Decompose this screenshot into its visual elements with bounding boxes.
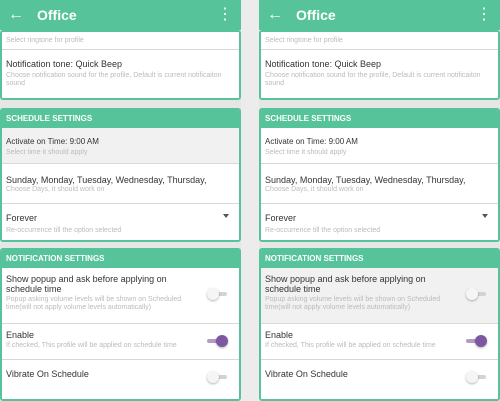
schedule-settings-card: SCHEDULE SETTINGS Activate on Time: 9:00… (259, 108, 500, 242)
screen-right: ← Office ⋮ Select ringtone for profile N… (259, 0, 500, 401)
activate-time-hint: Select time it should apply (6, 149, 88, 156)
recurrence-dropdown[interactable]: Forever Re-occurrence till the option se… (2, 204, 239, 240)
page-title: Office (296, 7, 336, 23)
app-bar: ← Office ⋮ (259, 0, 500, 30)
arrow-back-icon[interactable]: ← (8, 5, 24, 25)
notification-tone-hint: Choose notification sound for the profil… (265, 72, 481, 87)
notification-settings-header: NOTIFICATION SETTINGS (2, 250, 239, 268)
ringtone-row[interactable]: Select ringtone for profile (261, 32, 498, 50)
ringtone-row[interactable]: Select ringtone for profile (2, 32, 239, 50)
notification-tone-row[interactable]: Notification tone: Quick Beep Choose not… (261, 50, 498, 98)
recurrence-hint: Re-occurrence till the option selected (265, 227, 381, 234)
enable-row[interactable]: Enable If checked, This profile will be … (261, 324, 498, 360)
days-title: Sunday, Monday, Tuesday, Wednesday, Thur… (6, 175, 207, 185)
activate-time-row[interactable]: Activate on Time: 9:00 AM Select time it… (2, 128, 239, 164)
popup-row[interactable]: Show popup and ask before applying on sc… (2, 268, 239, 324)
screen-left: ← Office ⋮ Select ringtone for profile N… (0, 0, 241, 401)
sound-settings-card: Select ringtone for profile Notification… (0, 30, 241, 100)
schedule-settings-card: SCHEDULE SETTINGS Activate on Time: 9:00… (0, 108, 241, 242)
ringtone-hint: Select ringtone for profile (265, 37, 343, 44)
recurrence-hint: Re-occurrence till the option selected (6, 227, 122, 234)
popup-title: Show popup and ask before applying on sc… (6, 274, 167, 294)
notification-tone-title: Notification tone: Quick Beep (265, 59, 382, 69)
enable-row[interactable]: Enable If checked, This profile will be … (2, 324, 239, 360)
popup-hint: Popup asking volume levels will be shown… (265, 296, 441, 311)
activate-time-row[interactable]: Activate on Time: 9:00 AM Select time it… (261, 128, 498, 164)
vibrate-toggle[interactable] (466, 371, 486, 383)
recurrence-dropdown[interactable]: Forever Re-occurrence till the option se… (261, 204, 498, 240)
vibrate-toggle[interactable] (207, 371, 227, 383)
popup-toggle[interactable] (466, 288, 486, 300)
vibrate-row[interactable]: Vibrate On Schedule (2, 360, 239, 399)
recurrence-value: Forever (6, 213, 38, 223)
vibrate-title: Vibrate On Schedule (265, 369, 348, 379)
activate-time-title: Activate on Time: 9:00 AM (265, 137, 358, 146)
schedule-settings-header: SCHEDULE SETTINGS (261, 110, 498, 128)
arrow-back-icon[interactable]: ← (267, 5, 283, 25)
more-vert-icon[interactable]: ⋮ (476, 5, 492, 25)
more-vert-icon[interactable]: ⋮ (217, 5, 233, 25)
enable-toggle[interactable] (207, 335, 228, 347)
enable-toggle[interactable] (466, 335, 487, 347)
days-hint: Choose Days, it should work on (6, 186, 105, 193)
enable-hint: If checked, This profile will be applied… (265, 342, 436, 349)
notification-settings-header: NOTIFICATION SETTINGS (261, 250, 498, 268)
page-title: Office (37, 7, 77, 23)
days-title: Sunday, Monday, Tuesday, Wednesday, Thur… (265, 175, 466, 185)
sound-settings-card: Select ringtone for profile Notification… (259, 30, 500, 100)
app-bar: ← Office ⋮ (0, 0, 241, 30)
vibrate-title: Vibrate On Schedule (6, 369, 89, 379)
popup-title: Show popup and ask before applying on sc… (265, 274, 426, 294)
popup-hint: Popup asking volume levels will be shown… (6, 296, 182, 311)
popup-toggle[interactable] (207, 288, 227, 300)
vibrate-row[interactable]: Vibrate On Schedule (261, 360, 498, 399)
days-row[interactable]: Sunday, Monday, Tuesday, Wednesday, Thur… (2, 164, 239, 204)
enable-hint: If checked, This profile will be applied… (6, 342, 177, 349)
ringtone-hint: Select ringtone for profile (6, 37, 84, 44)
dropdown-arrow-icon (482, 214, 488, 218)
days-row[interactable]: Sunday, Monday, Tuesday, Wednesday, Thur… (261, 164, 498, 204)
activate-time-title: Activate on Time: 9:00 AM (6, 137, 99, 146)
popup-row[interactable]: Show popup and ask before applying on sc… (261, 268, 498, 324)
screen-gutter (241, 0, 259, 401)
notification-tone-row[interactable]: Notification tone: Quick Beep Choose not… (2, 50, 239, 98)
dropdown-arrow-icon (223, 214, 229, 218)
activate-time-hint: Select time it should apply (265, 149, 347, 156)
notification-settings-card: NOTIFICATION SETTINGS Show popup and ask… (0, 248, 241, 401)
schedule-settings-header: SCHEDULE SETTINGS (2, 110, 239, 128)
notification-tone-hint: Choose notification sound for the profil… (6, 72, 222, 87)
recurrence-value: Forever (265, 213, 297, 223)
notification-tone-title: Notification tone: Quick Beep (6, 59, 123, 69)
enable-title: Enable (265, 330, 294, 340)
screens: ← Office ⋮ Select ringtone for profile N… (0, 0, 500, 401)
enable-title: Enable (6, 330, 35, 340)
days-hint: Choose Days, it should work on (265, 186, 364, 193)
notification-settings-card: NOTIFICATION SETTINGS Show popup and ask… (259, 248, 500, 401)
